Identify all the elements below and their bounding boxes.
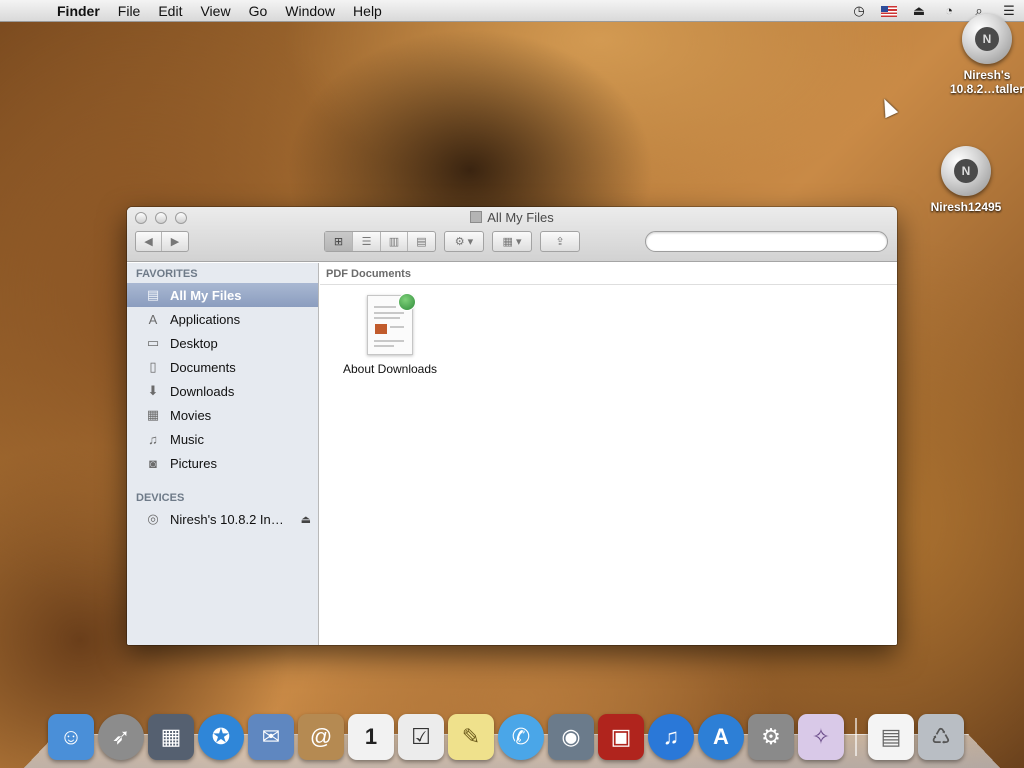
view-mode-buttons: ⊞ ☰ ▥ ▤ bbox=[324, 231, 436, 252]
mouse-cursor-icon bbox=[877, 95, 899, 119]
sidebar-item-install-disk[interactable]: ◎ Niresh's 10.8.2 In… ⏏ bbox=[127, 507, 318, 531]
movies-icon: ▦ bbox=[146, 407, 160, 422]
pdf-document-icon bbox=[367, 293, 416, 355]
cd-disk-icon: ◎ bbox=[147, 511, 159, 526]
safari-icon[interactable]: ✪ bbox=[198, 714, 244, 760]
gear-icon: ⚙ ▾ bbox=[454, 236, 474, 248]
window-title: All My Files bbox=[127, 210, 897, 226]
itunes-icon[interactable]: ♫ bbox=[648, 714, 694, 760]
window-toolbar: All My Files ◀ ▶ ⊞ ☰ ▥ ▤ ⚙ ▾ ▦ ▾ ⇪ ⌕ bbox=[127, 207, 897, 262]
install-disk-icon: N bbox=[962, 14, 1012, 64]
all-my-files-icon: ▤ bbox=[146, 287, 160, 302]
sidebar-item-all-my-files[interactable]: ▤ All My Files bbox=[127, 283, 318, 307]
downloads-icon: ⬇ bbox=[147, 383, 159, 398]
icon-view-button[interactable]: ⊞ bbox=[325, 232, 353, 251]
app-store-icon[interactable]: A bbox=[698, 714, 744, 760]
eject-icon[interactable]: ⏏ bbox=[904, 3, 934, 19]
cover-flow-button[interactable]: ▤ bbox=[408, 232, 435, 251]
arrange-menu[interactable]: ▦ ▾ bbox=[492, 231, 532, 252]
facetime-icon[interactable]: ◉ bbox=[548, 714, 594, 760]
menu-bar: Finder File Edit View Go Window Help ◷ ⏏… bbox=[0, 0, 1024, 22]
menu-file[interactable]: File bbox=[109, 0, 150, 22]
sidebar-item-applications[interactable]: A Applications bbox=[127, 307, 318, 331]
share-icon: ⇪ bbox=[555, 236, 565, 248]
arrange-grid-icon: ▦ ▾ bbox=[502, 236, 522, 248]
music-icon: ♫ bbox=[148, 431, 158, 447]
us-flag-icon[interactable] bbox=[874, 3, 904, 18]
back-forward-buttons: ◀ ▶ bbox=[135, 231, 189, 252]
mission-control-icon[interactable]: ▦ bbox=[148, 714, 194, 760]
desktop-icon-label: 10.8.2…taller bbox=[949, 82, 1024, 96]
all-my-files-title-icon bbox=[470, 211, 483, 223]
sidebar-item-label: Movies bbox=[170, 407, 212, 423]
calendar-icon[interactable]: 1 bbox=[348, 714, 394, 760]
column-view-button[interactable]: ▥ bbox=[381, 232, 408, 251]
menu-help[interactable]: Help bbox=[344, 0, 391, 22]
back-button[interactable]: ◀ bbox=[136, 232, 162, 251]
document-stack-icon[interactable]: ▤ bbox=[868, 714, 914, 760]
hard-disk-icon: N bbox=[941, 146, 991, 196]
group-header: PDF Documents bbox=[320, 263, 897, 285]
sidebar-item-label: Downloads bbox=[170, 383, 235, 399]
sidebar-item-music[interactable]: ♫ Music bbox=[127, 427, 318, 451]
action-menu[interactable]: ⚙ ▾ bbox=[444, 231, 484, 252]
share-button[interactable]: ⇪ bbox=[540, 231, 580, 252]
reminders-icon[interactable]: ☑ bbox=[398, 714, 444, 760]
notes-icon[interactable]: ✎ bbox=[448, 714, 494, 760]
sidebar-header-favorites: FAVORITES bbox=[136, 268, 198, 280]
sidebar-item-movies[interactable]: ▦ Movies bbox=[127, 403, 318, 427]
desktop-icon-installer-disk[interactable]: N Niresh's 10.8.2…taller bbox=[945, 14, 1024, 96]
eject-icon[interactable]: ⏏ bbox=[301, 513, 311, 526]
sidebar-item-label: Desktop bbox=[170, 335, 218, 351]
sidebar-item-downloads[interactable]: ⬇ Downloads bbox=[127, 379, 318, 403]
desktop-icon: ▭ bbox=[146, 335, 160, 350]
sidebar-item-pictures[interactable]: ◙ Pictures bbox=[127, 451, 318, 475]
documents-icon: ▯ bbox=[149, 359, 157, 374]
sidebar: FAVORITES ▤ All My Files A Applications … bbox=[127, 263, 319, 645]
sidebar-item-label: Pictures bbox=[170, 455, 217, 471]
search-input[interactable] bbox=[645, 231, 888, 252]
sidebar-item-label: Documents bbox=[170, 359, 236, 375]
launchpad-icon[interactable]: ➶ bbox=[98, 714, 144, 760]
menu-finder[interactable]: Finder bbox=[48, 0, 109, 22]
file-browser-content: PDF Documents About Downloads bbox=[320, 263, 897, 645]
menu-view[interactable]: View bbox=[191, 0, 239, 22]
dock-separator bbox=[855, 718, 857, 756]
menu-edit[interactable]: Edit bbox=[149, 0, 191, 22]
trash-icon[interactable]: ♺ bbox=[918, 714, 964, 760]
menu-window[interactable]: Window bbox=[276, 0, 344, 22]
mail-icon[interactable]: ✉ bbox=[248, 714, 294, 760]
finder-window: All My Files ◀ ▶ ⊞ ☰ ▥ ▤ ⚙ ▾ ▦ ▾ ⇪ ⌕ FAV… bbox=[127, 207, 897, 645]
sidebar-header-devices: DEVICES bbox=[136, 492, 185, 504]
dock: ☺ ➶ ▦ ✪ ✉ @ 1 ☑ ✎ ✆ ◉ ▣ ♫ A ⚙ ✧ ▤ ♺ bbox=[46, 704, 966, 760]
time-machine-icon[interactable]: ◷ bbox=[844, 3, 874, 19]
messages-icon[interactable]: ✆ bbox=[498, 714, 544, 760]
forward-button[interactable]: ▶ bbox=[162, 232, 188, 251]
sidebar-item-label: Music bbox=[170, 431, 204, 447]
desktop-icon-label: Niresh's bbox=[963, 68, 1011, 82]
photo-booth-icon[interactable]: ▣ bbox=[598, 714, 644, 760]
sidebar-item-label: Applications bbox=[170, 311, 241, 327]
file-label: About Downloads bbox=[342, 362, 438, 376]
finder-icon[interactable]: ☺ bbox=[48, 714, 94, 760]
contacts-icon[interactable]: @ bbox=[298, 714, 344, 760]
file-item-about-downloads[interactable]: About Downloads bbox=[330, 293, 450, 376]
installer-wizard-icon[interactable]: ✧ bbox=[798, 714, 844, 760]
sidebar-item-label: Niresh's 10.8.2 In… bbox=[170, 511, 284, 527]
menu-go[interactable]: Go bbox=[240, 0, 277, 22]
pictures-icon: ◙ bbox=[149, 455, 157, 471]
sidebar-item-label: All My Files bbox=[170, 287, 242, 303]
system-preferences-icon[interactable]: ⚙ bbox=[748, 714, 794, 760]
list-view-button[interactable]: ☰ bbox=[353, 232, 381, 251]
applications-icon: A bbox=[148, 311, 158, 327]
desktop-icon-hard-disk[interactable]: N Niresh12495 bbox=[922, 146, 1010, 214]
sidebar-item-documents[interactable]: ▯ Documents bbox=[127, 355, 318, 379]
sidebar-item-desktop[interactable]: ▭ Desktop bbox=[127, 331, 318, 355]
desktop-icon-label: Niresh12495 bbox=[930, 200, 1002, 214]
